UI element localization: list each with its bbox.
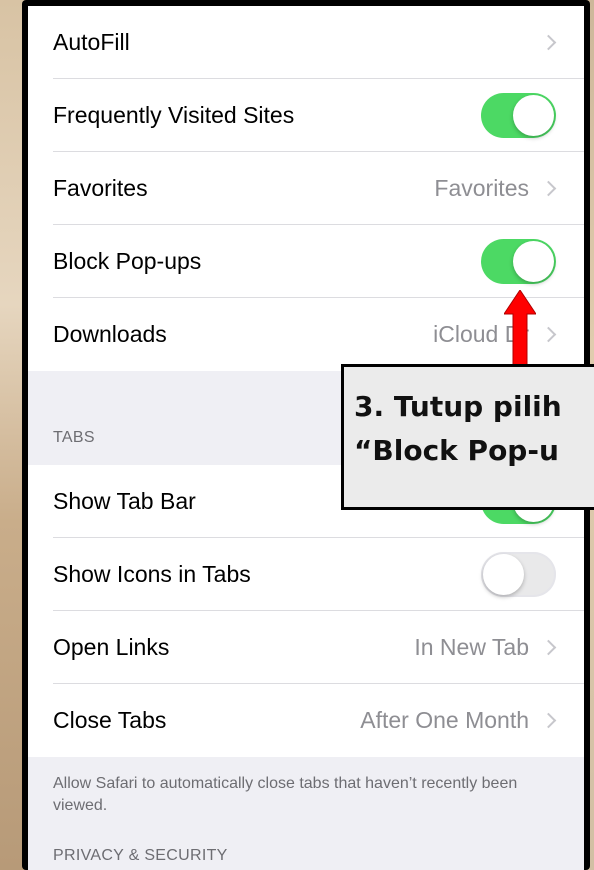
block-popups-row: Block Pop-ups [28,225,584,298]
general-settings-group: AutoFill Frequently Visited Sites Favori… [28,6,584,371]
tabs-footer-note: Allow Safari to automatically close tabs… [53,775,518,814]
privacy-section-header: PRIVACY & SECURITY [53,847,228,864]
instruction-line-1: 3. Tutup pilih [354,390,562,423]
open-links-row[interactable]: Open Links In New Tab [28,611,584,684]
instruction-line-2: “Block Pop-u [354,434,559,467]
downloads-label: Downloads [53,321,167,347]
block-popups-toggle[interactable] [481,239,556,284]
chevron-right-icon [540,326,557,343]
frequently-visited-sites-row: Frequently Visited Sites [28,79,584,152]
open-links-label: Open Links [53,634,170,660]
frequently-visited-sites-label: Frequently Visited Sites [53,102,295,128]
show-icons-in-tabs-row: Show Icons in Tabs [28,538,584,611]
red-arrow-icon [504,290,536,368]
favorites-value: Favorites [434,175,529,201]
close-tabs-value: After One Month [360,707,529,733]
toggle-knob [513,95,554,136]
toggle-knob [483,554,524,595]
open-links-value: In New Tab [414,634,529,660]
favorites-row[interactable]: Favorites Favorites [28,152,584,225]
frequently-visited-sites-toggle[interactable] [481,93,556,138]
instruction-callout: 3. Tutup pilih “Block Pop-u [341,364,594,510]
chevron-right-icon [540,712,557,729]
autofill-label: AutoFill [53,29,130,55]
favorites-label: Favorites [53,175,148,201]
autofill-row[interactable]: AutoFill [28,6,584,79]
close-tabs-label: Close Tabs [53,707,167,733]
chevron-right-icon [540,34,557,51]
show-icons-in-tabs-label: Show Icons in Tabs [53,561,251,587]
chevron-right-icon [540,180,557,197]
toggle-knob [513,241,554,282]
downloads-row[interactable]: Downloads iCloud Dr [28,298,584,371]
chevron-right-icon [540,639,557,656]
close-tabs-row[interactable]: Close Tabs After One Month [28,684,584,757]
block-popups-label: Block Pop-ups [53,248,202,274]
show-icons-in-tabs-toggle[interactable] [481,552,556,597]
